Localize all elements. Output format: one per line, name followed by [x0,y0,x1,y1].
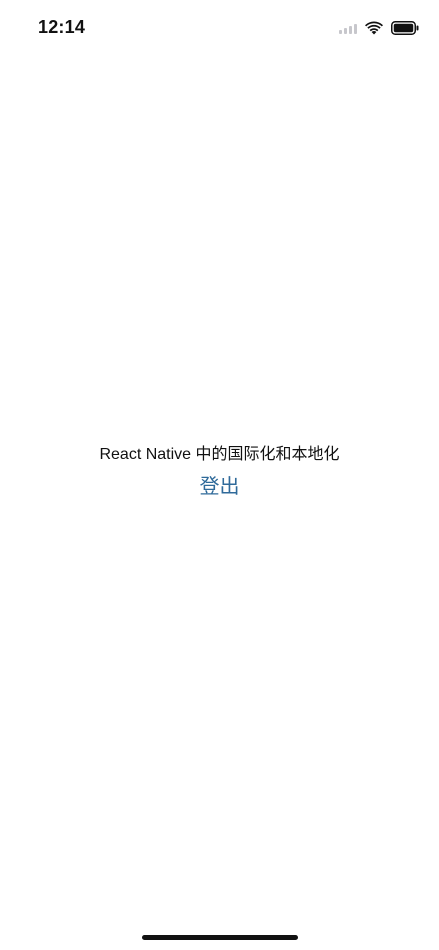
page-title: React Native 中的国际化和本地化 [99,446,340,463]
cellular-signal-icon [339,22,357,34]
battery-icon [391,21,419,35]
wifi-icon [365,21,383,35]
status-icons [339,20,419,36]
status-bar: 12:14 [0,0,439,56]
status-time: 12:14 [38,17,86,37]
logout-button[interactable]: 登出 [200,474,240,500]
app-screen: React Native 中的国际化和本地化 登出 [0,56,439,926]
home-indicator[interactable] [142,935,298,940]
main-content: React Native 中的国际化和本地化 登出 [0,444,439,500]
